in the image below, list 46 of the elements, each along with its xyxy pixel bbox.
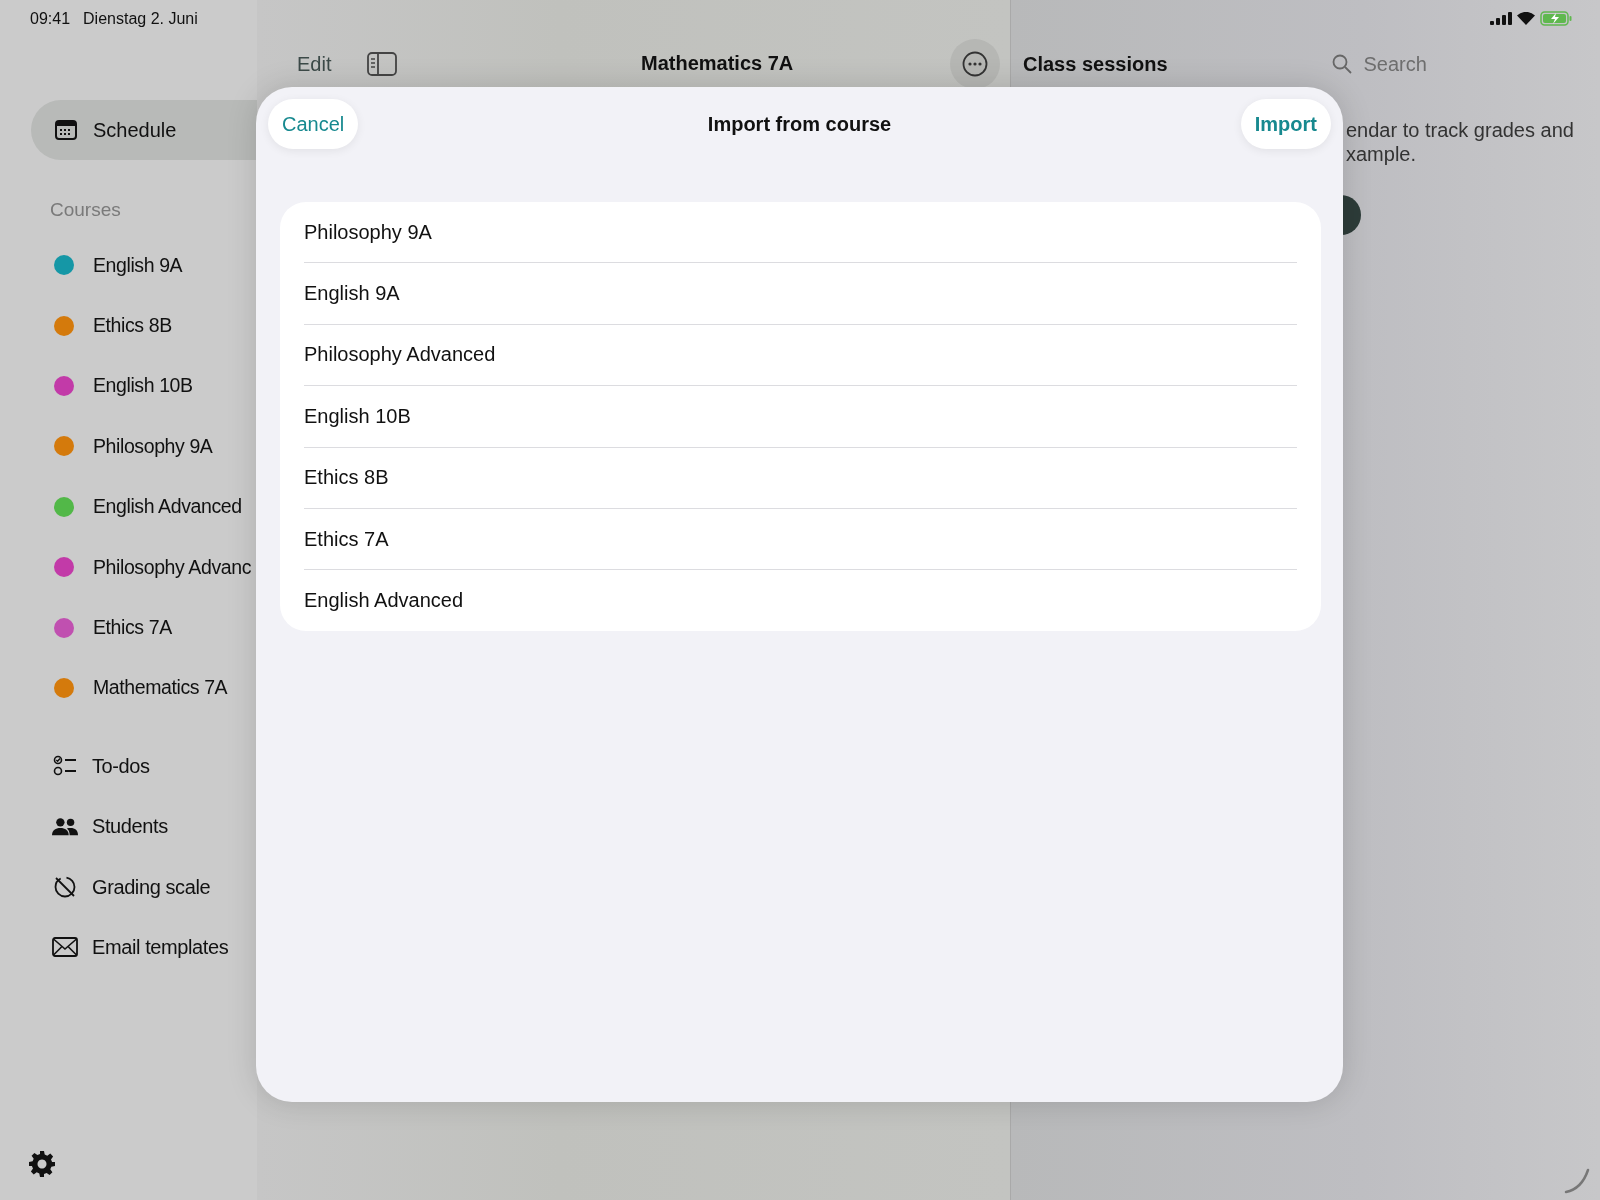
list-item[interactable]: English Advanced xyxy=(304,589,463,613)
more-button[interactable] xyxy=(950,39,1000,89)
battery-icon xyxy=(1540,10,1572,26)
calendar-icon xyxy=(55,120,77,140)
list-item[interactable]: Philosophy 9A xyxy=(304,220,432,244)
list-item[interactable]: Ethics 7A xyxy=(304,527,389,551)
ellipsis-icon xyxy=(962,51,988,77)
sidebar-item[interactable]: Schedule xyxy=(31,100,257,160)
sidebar-item[interactable]: Students xyxy=(92,815,168,839)
course-item[interactable]: Philosophy Advanc xyxy=(93,555,251,579)
course-item[interactable]: Philosophy 9A xyxy=(93,434,213,458)
sheet-title: Import from course xyxy=(707,112,892,136)
edit-button[interactable]: Edit xyxy=(297,52,332,76)
list-item[interactable]: English 9A xyxy=(304,282,400,306)
course-item[interactable]: English Advanced xyxy=(93,495,242,519)
scroll-indicator-icon xyxy=(1564,1168,1590,1194)
sidebar-toggle-icon[interactable] xyxy=(367,52,398,76)
course-item[interactable]: Mathematics 7A xyxy=(93,676,228,700)
wifi-icon xyxy=(1517,11,1535,25)
course-item[interactable]: English 10B xyxy=(93,374,193,398)
settings-icon[interactable] xyxy=(28,1150,56,1178)
sidebar-item[interactable]: Email templates xyxy=(92,936,229,959)
section-header: Courses xyxy=(49,198,122,222)
list-item[interactable]: English 10B xyxy=(304,404,411,428)
envelope-icon xyxy=(52,937,78,958)
list-item[interactable]: Philosophy Advanced xyxy=(304,343,496,367)
status-date: Dienstag 2. Juni xyxy=(83,10,198,29)
list-item[interactable]: Ethics 8B xyxy=(304,466,389,490)
status-time: 09:41 xyxy=(30,10,71,29)
search-icon xyxy=(1331,54,1352,74)
pane-title: Class sessions xyxy=(1023,52,1168,76)
people-icon xyxy=(52,816,78,837)
description-text: endar to track grades and xyxy=(1346,118,1575,142)
signal-icon xyxy=(1490,11,1512,25)
import-button[interactable]: Import xyxy=(1240,99,1331,149)
course-item[interactable]: English 9A xyxy=(93,253,183,277)
sidebar-item[interactable]: To-dos xyxy=(92,754,150,778)
sidebar-item[interactable]: Grading scale xyxy=(92,875,211,899)
checklist-icon xyxy=(52,755,78,778)
course-item[interactable]: Ethics 7A xyxy=(93,616,172,640)
cancel-button[interactable]: Cancel xyxy=(268,99,359,149)
slashed-circle-icon xyxy=(52,875,78,900)
search-field[interactable]: Search xyxy=(1361,51,1516,77)
description-text: xample. xyxy=(1346,142,1418,166)
page-title: Mathematics 7A xyxy=(641,52,794,75)
course-item[interactable]: Ethics 8B xyxy=(93,314,172,338)
